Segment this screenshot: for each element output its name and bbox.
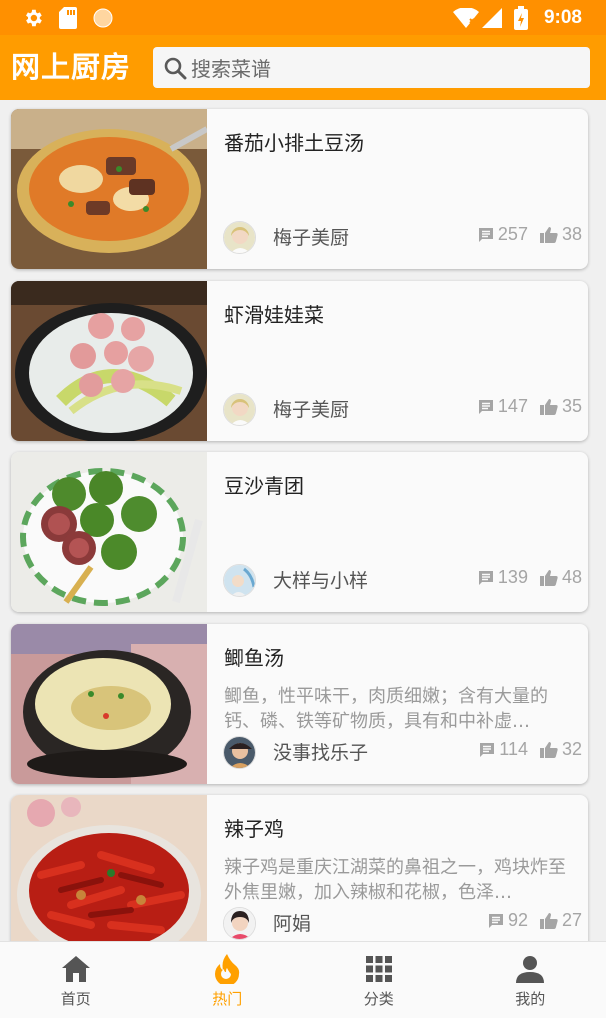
author-name[interactable]: 没事找乐子 — [273, 738, 368, 765]
app-title: 网上厨房 — [11, 50, 132, 84]
recipe-thumbnail[interactable] — [11, 452, 207, 612]
author-name[interactable]: 大样与小样 — [273, 566, 368, 593]
comment-count: 139 — [478, 567, 528, 588]
signal-icon — [480, 0, 504, 35]
person-icon — [516, 954, 545, 984]
recipe-description: 辣子鸡是重庆江湖菜的鼻祖之一，鸡块炸至外焦里嫩，加入辣椒和花椒，色泽… — [224, 857, 566, 903]
recipe-stats: 139 48 — [478, 567, 582, 588]
nav-label: 分类 — [363, 990, 394, 1008]
recipe-card[interactable]: 辣子鸡 辣子鸡是重庆江湖菜的鼻祖之一，鸡块炸至外焦里嫩，加入辣椒和花椒，色泽… … — [11, 795, 588, 941]
battery-charging-icon — [513, 0, 529, 35]
recipe-title[interactable]: 虾滑娃娃菜 — [224, 299, 324, 328]
search-placeholder: 搜索菜谱 — [191, 57, 271, 81]
recipe-stats: 92 27 — [488, 910, 582, 931]
like-count[interactable]: 35 — [539, 396, 582, 417]
like-count[interactable]: 48 — [539, 567, 582, 588]
comment-count: 257 — [478, 224, 528, 245]
search-input[interactable]: 搜索菜谱 — [153, 47, 590, 88]
thumbs-up-icon — [539, 569, 558, 586]
recipe-card[interactable]: 鲫鱼汤 鲫鱼，性平味干，肉质细嫩；含有大量的钙、磷、铁等矿物质，具有和中补虚… … — [11, 624, 588, 784]
recipe-title[interactable]: 鲫鱼汤 — [224, 642, 284, 671]
recipe-title[interactable]: 番茄小排土豆汤 — [224, 127, 364, 156]
sd-card-icon — [58, 0, 78, 35]
status-time: 9:08 — [543, 7, 582, 28]
wifi-icon — [452, 0, 480, 35]
recipe-card[interactable]: 豆沙青团 大样与小样 139 48 — [11, 452, 588, 612]
nav-label: 首页 — [60, 990, 91, 1008]
nav-item-categories[interactable]: 分类 — [303, 942, 455, 1018]
thumbs-up-icon — [539, 226, 558, 243]
status-bar: 9:08 — [0, 0, 606, 35]
nav-label: 我的 — [515, 990, 546, 1008]
thumbs-up-icon — [539, 912, 558, 929]
grid-icon — [365, 954, 393, 984]
recipe-stats: 257 38 — [478, 224, 582, 245]
home-icon — [61, 954, 91, 984]
recipe-stats: 114 32 — [479, 739, 582, 760]
recipe-title[interactable]: 辣子鸡 — [224, 813, 284, 842]
recipe-thumbnail[interactable] — [11, 109, 207, 269]
comment-icon — [478, 227, 493, 242]
circle-icon — [92, 0, 114, 35]
comment-count: 114 — [479, 739, 528, 760]
search-icon — [164, 57, 187, 79]
like-count[interactable]: 27 — [539, 910, 582, 931]
comment-count: 147 — [478, 396, 528, 417]
author-name[interactable]: 梅子美厨 — [273, 395, 349, 422]
thumbs-up-icon — [539, 741, 558, 758]
nav-item-hot[interactable]: 热门 — [152, 942, 304, 1018]
recipe-thumbnail[interactable] — [11, 624, 207, 784]
nav-label: 热门 — [212, 990, 243, 1008]
avatar[interactable] — [223, 736, 256, 769]
recipe-title[interactable]: 豆沙青团 — [224, 470, 304, 499]
thumbs-up-icon — [539, 398, 558, 415]
nav-item-home[interactable]: 首页 — [0, 942, 152, 1018]
author-name[interactable]: 梅子美厨 — [273, 223, 349, 250]
nav-item-profile[interactable]: 我的 — [455, 942, 606, 1018]
author-name[interactable]: 阿娟 — [273, 909, 311, 936]
recipe-description: 鲫鱼，性平味干，肉质细嫩；含有大量的钙、磷、铁等矿物质，具有和中补虚… — [224, 686, 548, 732]
comment-icon — [478, 570, 493, 585]
recipe-thumbnail[interactable] — [11, 281, 207, 441]
recipe-thumbnail[interactable] — [11, 795, 207, 941]
recipe-stats: 147 35 — [478, 396, 582, 417]
recipe-list[interactable]: 番茄小排土豆汤 梅子美厨 257 38 虾滑娃娃菜 梅子美厨 147 35 豆沙… — [0, 100, 606, 941]
comment-icon — [478, 399, 493, 414]
avatar[interactable] — [223, 907, 256, 940]
avatar[interactable] — [223, 221, 256, 254]
avatar[interactable] — [223, 393, 256, 426]
like-count[interactable]: 32 — [539, 739, 582, 760]
recipe-card[interactable]: 番茄小排土豆汤 梅子美厨 257 38 — [11, 109, 588, 269]
recipe-card[interactable]: 虾滑娃娃菜 梅子美厨 147 35 — [11, 281, 588, 441]
flame-icon — [214, 954, 240, 984]
avatar[interactable] — [223, 564, 256, 597]
like-count[interactable]: 38 — [539, 224, 582, 245]
comment-icon — [488, 913, 503, 928]
comment-icon — [480, 742, 495, 757]
gear-icon — [20, 0, 46, 35]
bottom-nav: 首页 热门 分类 我的 — [0, 941, 606, 1018]
comment-count: 92 — [488, 910, 528, 931]
app-bar: 网上厨房 搜索菜谱 — [0, 35, 606, 100]
